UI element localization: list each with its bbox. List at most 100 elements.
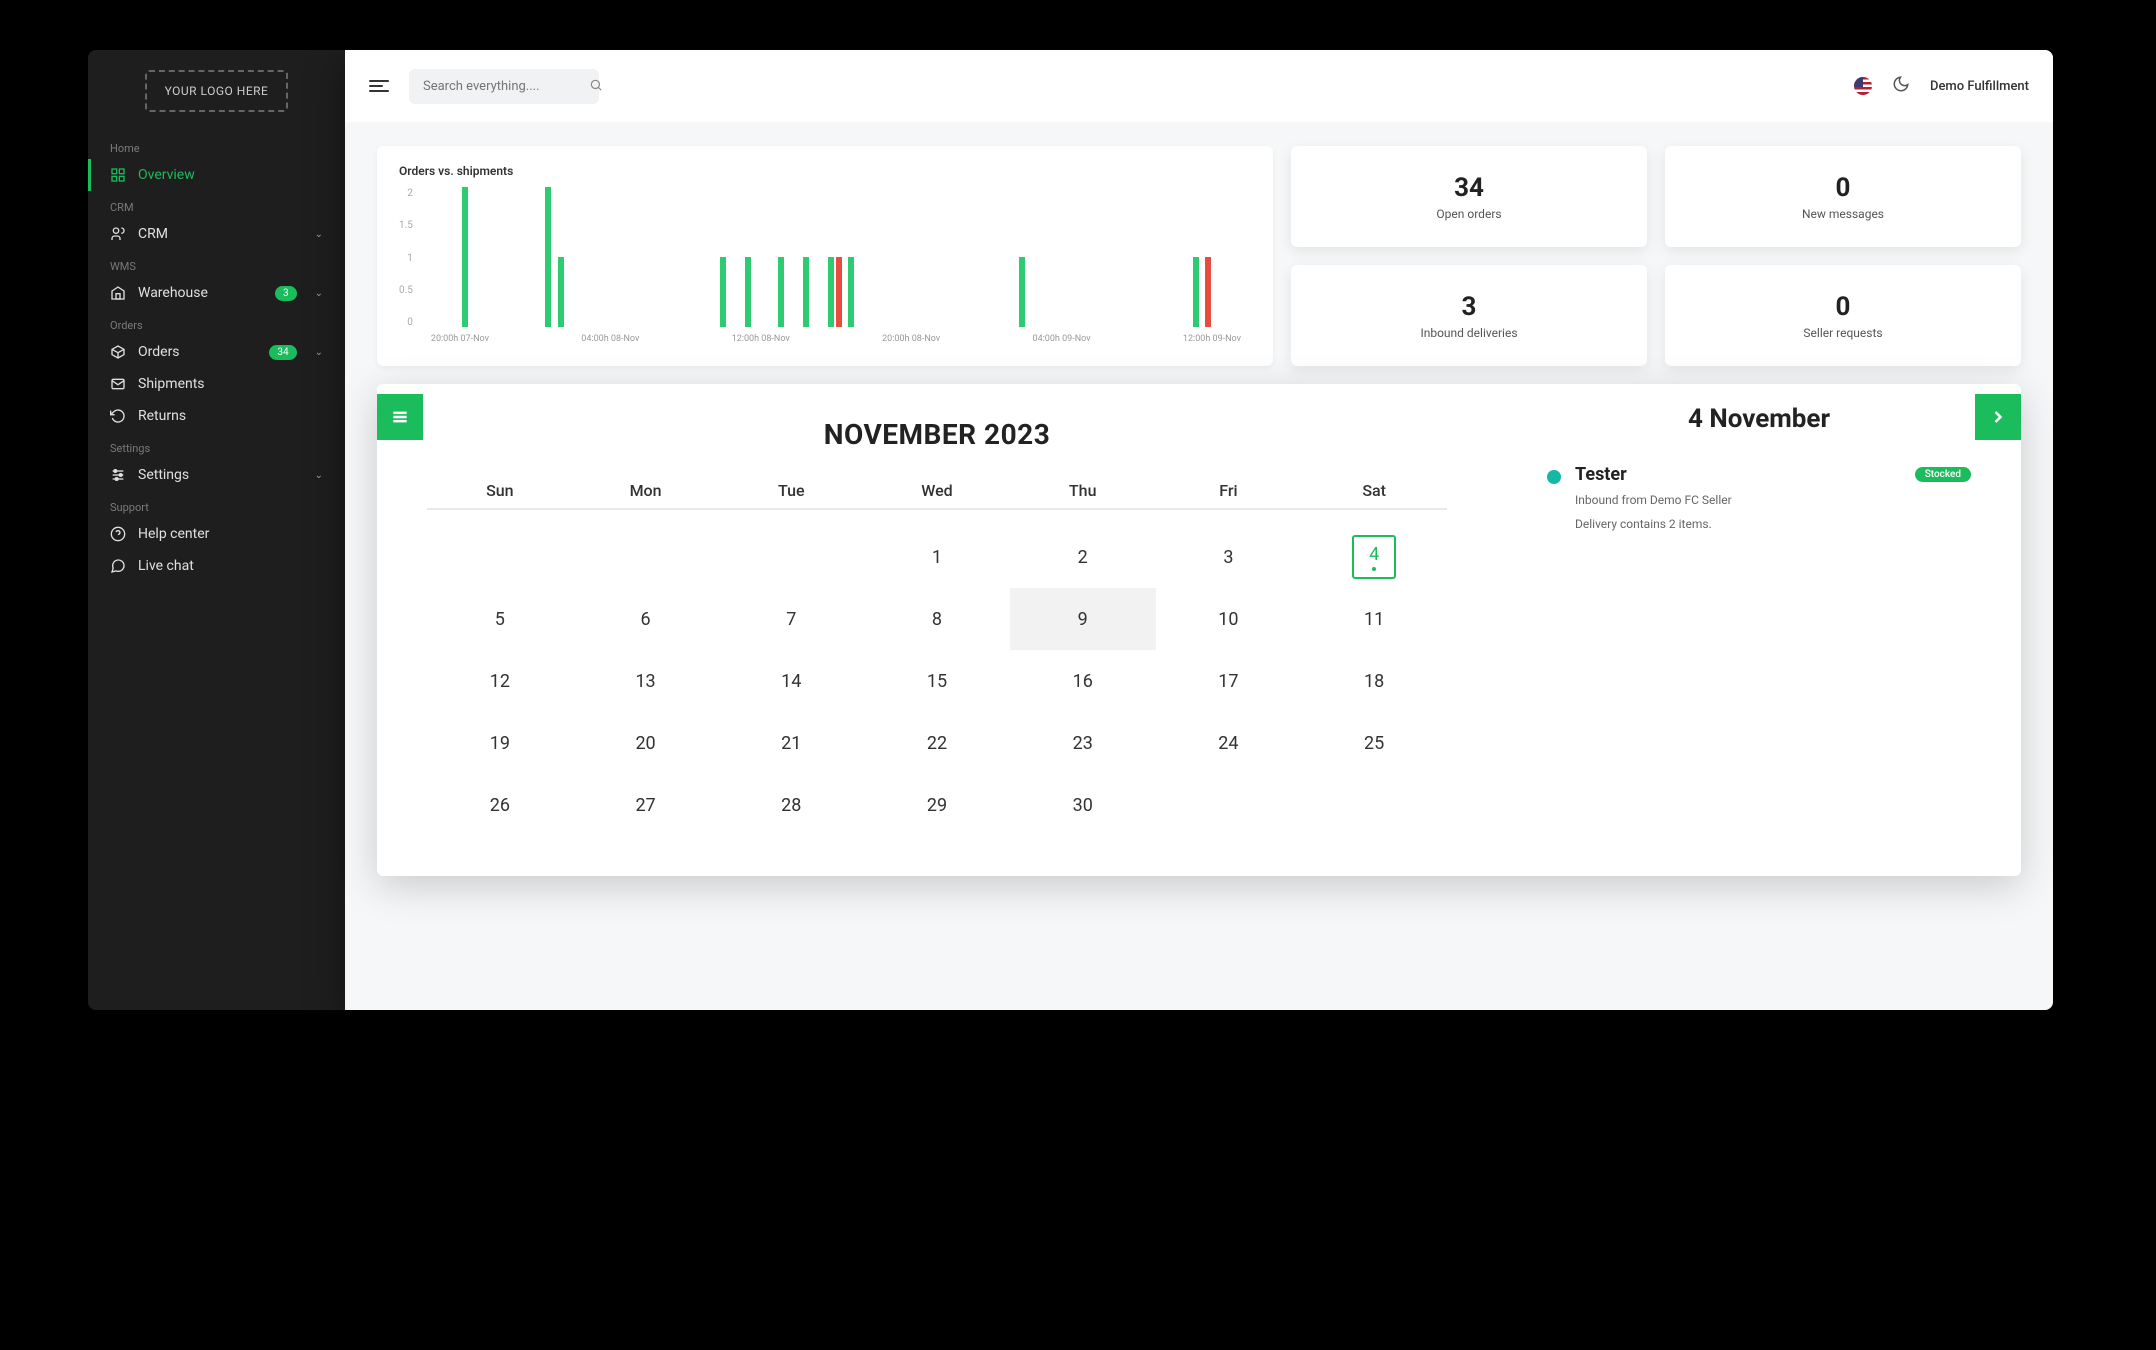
event-side-panel: 4 November TesterStockedInbound from Dem… <box>1497 404 2021 836</box>
sidebar-item-overview[interactable]: Overview <box>88 159 345 191</box>
calendar-day[interactable]: 7 <box>718 588 864 650</box>
calendar-day[interactable]: 22 <box>864 712 1010 774</box>
calendar-weekday: Sat <box>1301 481 1447 500</box>
y-tick: 0 <box>407 317 413 328</box>
chevron-down-icon: ⌄ <box>315 470 323 481</box>
calendar-day[interactable]: 10 <box>1156 588 1302 650</box>
nav-section-label: Orders <box>88 309 345 336</box>
user-label[interactable]: Demo Fulfillment <box>1930 79 2029 94</box>
menu-toggle-button[interactable] <box>369 80 389 92</box>
calendar-day[interactable]: 6 <box>573 588 719 650</box>
stat-value: 0 <box>1836 292 1851 322</box>
calendar-day[interactable]: 16 <box>1010 650 1156 712</box>
logo-placeholder: YOUR LOGO HERE <box>145 70 289 112</box>
sidebar-item-orders[interactable]: Orders 34 ⌄ <box>88 336 345 368</box>
calendar-day[interactable]: 4 <box>1301 526 1447 588</box>
calendar-day[interactable]: 8 <box>864 588 1010 650</box>
stat-seller-requests[interactable]: 0 Seller requests <box>1665 265 2021 366</box>
sidebar-item-label: Returns <box>138 408 186 424</box>
chart-bar <box>778 257 784 327</box>
calendar-day-number: 7 <box>786 609 796 630</box>
sidebar-item-label: Warehouse <box>138 285 208 301</box>
sidebar-item-live-chat[interactable]: Live chat <box>88 550 345 582</box>
calendar-day-number: 11 <box>1364 609 1384 630</box>
calendar-day[interactable]: 18 <box>1301 650 1447 712</box>
calendar-day[interactable]: 23 <box>1010 712 1156 774</box>
sidebar-item-shipments[interactable]: Shipments <box>88 368 345 400</box>
calendar-day[interactable]: 15 <box>864 650 1010 712</box>
search-input[interactable] <box>423 79 589 94</box>
calendar-day-number: 22 <box>927 733 947 754</box>
stat-value: 0 <box>1836 173 1851 203</box>
chart-x-axis: 20:00h 07-Nov04:00h 08-Nov12:00h 08-Nov2… <box>421 334 1251 344</box>
calendar-day[interactable]: 1 <box>864 526 1010 588</box>
calendar-day-number: 27 <box>635 795 655 816</box>
chart-bar <box>462 187 468 327</box>
calendar-day[interactable]: 29 <box>864 774 1010 836</box>
stat-col-1: 34 Open orders 3 Inbound deliveries <box>1291 146 1647 366</box>
sidebar-item-label: Live chat <box>138 558 194 574</box>
stats-row: Orders vs. shipments 21.510.50 20:00h 07… <box>377 146 2021 366</box>
locale-flag-icon[interactable] <box>1854 77 1872 95</box>
calendar-day-number: 25 <box>1364 733 1384 754</box>
calendar-day-number: 24 <box>1218 733 1238 754</box>
sidebar-item-help-center[interactable]: Help center <box>88 518 345 550</box>
chart-title: Orders vs. shipments <box>399 164 1251 178</box>
stat-col-2: 0 New messages 0 Seller requests <box>1665 146 2021 366</box>
calendar-day[interactable]: 2 <box>1010 526 1156 588</box>
event-status-dot-icon <box>1547 470 1561 484</box>
chart-bar <box>1019 257 1025 327</box>
calendar-empty-cell <box>427 526 573 588</box>
calendar-day[interactable]: 24 <box>1156 712 1302 774</box>
stat-inbound-deliveries[interactable]: 3 Inbound deliveries <box>1291 265 1647 366</box>
calendar-day-number: 10 <box>1218 609 1238 630</box>
event-date-title: 4 November <box>1547 404 1971 434</box>
calendar-day-number: 2 <box>1078 547 1088 568</box>
calendar-day-number: 15 <box>927 671 947 692</box>
calendar-day-number: 16 <box>1073 671 1093 692</box>
sidebar-item-label: Orders <box>138 344 180 360</box>
chart-bar <box>1193 257 1199 327</box>
calendar-day[interactable]: 14 <box>718 650 864 712</box>
chevron-down-icon: ⌄ <box>315 229 323 240</box>
sidebar-item-settings[interactable]: Settings ⌄ <box>88 459 345 491</box>
dark-mode-icon[interactable] <box>1892 75 1910 97</box>
calendar-day[interactable]: 26 <box>427 774 573 836</box>
sidebar-item-label: Settings <box>138 467 189 483</box>
calendar-day[interactable]: 28 <box>718 774 864 836</box>
calendar-day[interactable]: 5 <box>427 588 573 650</box>
shipments-icon <box>110 376 126 392</box>
calendar-day[interactable]: 9 <box>1010 588 1156 650</box>
stat-label: Open orders <box>1436 207 1501 221</box>
nav-section-label: Support <box>88 491 345 518</box>
calendar-day[interactable]: 11 <box>1301 588 1447 650</box>
calendar-day[interactable]: 21 <box>718 712 864 774</box>
sidebar-item-returns[interactable]: Returns <box>88 400 345 432</box>
calendar-next-button[interactable] <box>1975 394 2021 440</box>
calendar-day[interactable]: 30 <box>1010 774 1156 836</box>
calendar-day[interactable]: 19 <box>427 712 573 774</box>
calendar-day[interactable]: 17 <box>1156 650 1302 712</box>
search-box[interactable] <box>409 69 599 104</box>
chevron-down-icon: ⌄ <box>315 347 323 358</box>
stat-open-orders[interactable]: 34 Open orders <box>1291 146 1647 247</box>
calendar-day[interactable]: 13 <box>573 650 719 712</box>
sidebar-item-crm[interactable]: CRM⌄ <box>88 218 345 250</box>
calendar-day[interactable]: 25 <box>1301 712 1447 774</box>
sidebar-item-warehouse[interactable]: Warehouse3⌄ <box>88 277 345 309</box>
calendar-day[interactable]: 3 <box>1156 526 1302 588</box>
overview-icon <box>110 167 126 183</box>
chart-bar <box>1205 257 1211 327</box>
event-item[interactable]: TesterStockedInbound from Demo FC Seller… <box>1547 464 1971 533</box>
calendar-day[interactable]: 12 <box>427 650 573 712</box>
calendar-prev-button[interactable] <box>377 394 423 440</box>
search-icon <box>589 77 603 96</box>
calendar-weekday: Thu <box>1010 481 1156 500</box>
calendar-day[interactable]: 20 <box>573 712 719 774</box>
sidebar-item-badge: 34 <box>269 345 296 360</box>
x-tick: 04:00h 09-Nov <box>1033 334 1091 344</box>
stat-new-messages[interactable]: 0 New messages <box>1665 146 2021 247</box>
calendar-day[interactable]: 27 <box>573 774 719 836</box>
chart-bar <box>720 257 726 327</box>
calendar-day-number: 5 <box>495 609 505 630</box>
